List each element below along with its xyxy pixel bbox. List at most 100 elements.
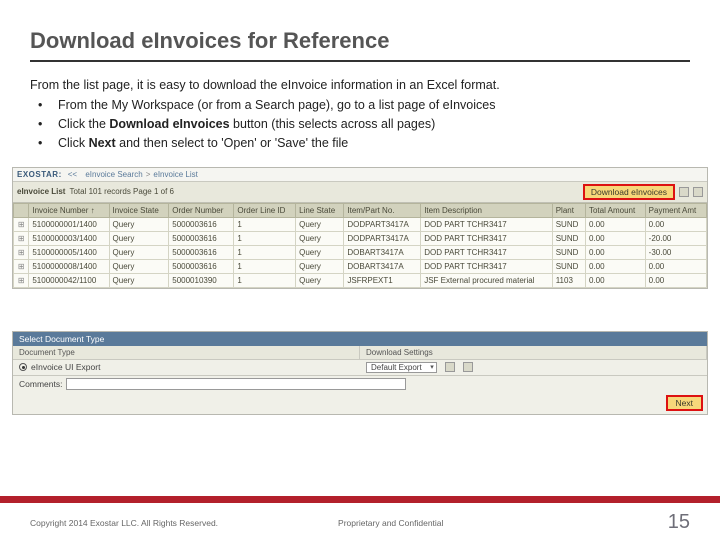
table-cell: 1 <box>234 217 296 231</box>
table-header[interactable]: Item/Part No. <box>344 203 421 217</box>
confidential-text: Proprietary and Confidential <box>338 518 443 528</box>
table-header[interactable]: Line State <box>296 203 344 217</box>
breadcrumb-search[interactable]: eInvoice Search <box>85 170 142 179</box>
table-cell: ⊞ <box>14 259 29 273</box>
table-cell: 0.00 <box>585 259 645 273</box>
table-cell: 5100000001/1400 <box>29 217 109 231</box>
bullet-2: Click the Download eInvoices button (thi… <box>58 115 690 133</box>
table-row[interactable]: ⊞5100000001/1400Query50000036161QueryDOD… <box>14 217 707 231</box>
doc-type-radio[interactable] <box>19 363 27 371</box>
table-cell: 5000003616 <box>169 231 234 245</box>
table-cell: DOD PART TCHR3417 <box>421 231 553 245</box>
table-row[interactable]: ⊞5100000005/1400Query50000036161QueryDOB… <box>14 245 707 259</box>
copyright-text: Copyright 2014 Exostar LLC. All Rights R… <box>30 518 218 528</box>
exostar-logo: EXOSTAR: <box>17 170 62 179</box>
table-header[interactable]: Invoice Number ↑ <box>29 203 109 217</box>
table-cell: 0.00 <box>645 273 706 287</box>
table-cell: Query <box>296 245 344 259</box>
table-header[interactable]: Payment Amt <box>645 203 706 217</box>
table-cell: 0.00 <box>585 231 645 245</box>
next-button[interactable]: Next <box>666 395 703 411</box>
table-cell: Query <box>109 273 169 287</box>
comments-label: Comments: <box>19 379 62 389</box>
table-cell: 5100000008/1400 <box>29 259 109 273</box>
list-record-info: Total 101 records Page 1 of 6 <box>69 187 174 196</box>
table-cell: Query <box>296 259 344 273</box>
page-title: Download eInvoices for Reference <box>30 28 690 62</box>
breadcrumb-back[interactable]: << <box>68 170 77 179</box>
table-cell: DOD PART TCHR3417 <box>421 259 553 273</box>
table-header[interactable]: Total Amount <box>585 203 645 217</box>
table-cell: SUND <box>552 217 585 231</box>
table-cell: DODPART3417A <box>344 231 421 245</box>
export-icon[interactable] <box>679 187 689 197</box>
table-header[interactable]: Order Number <box>169 203 234 217</box>
print-icon[interactable] <box>693 187 703 197</box>
table-cell: SUND <box>552 259 585 273</box>
table-cell: -30.00 <box>645 245 706 259</box>
comments-input[interactable] <box>66 378 406 390</box>
table-cell: 5100000003/1400 <box>29 231 109 245</box>
table-cell: 5100000005/1400 <box>29 245 109 259</box>
table-cell: 1 <box>234 259 296 273</box>
table-cell: JSF External procured material <box>421 273 553 287</box>
table-cell: 5000003616 <box>169 217 234 231</box>
table-cell: Query <box>109 259 169 273</box>
table-cell: DOBART3417A <box>344 259 421 273</box>
download-settings-select[interactable]: Default Export <box>366 362 437 373</box>
breadcrumb-sep: > <box>146 170 151 179</box>
einvoice-list-screenshot: EXOSTAR: << eInvoice Search > eInvoice L… <box>12 167 708 289</box>
table-cell: Query <box>109 245 169 259</box>
doc-type-label: eInvoice UI Export <box>31 362 100 372</box>
bullet-3: Click Next and then select to 'Open' or … <box>58 134 690 152</box>
col-download-settings: Download Settings <box>360 346 707 359</box>
table-cell: 1 <box>234 231 296 245</box>
table-header[interactable]: Item Description <box>421 203 553 217</box>
settings-star-icon[interactable] <box>445 362 455 372</box>
table-cell: DOD PART TCHR3417 <box>421 245 553 259</box>
table-header[interactable]: Plant <box>552 203 585 217</box>
footer-accent-bar <box>0 496 720 503</box>
table-cell: 0.00 <box>585 217 645 231</box>
table-cell: 1 <box>234 245 296 259</box>
bullet-1: From the My Workspace (or from a Search … <box>58 96 690 114</box>
breadcrumb-list: eInvoice List <box>153 170 197 179</box>
table-cell: Query <box>109 231 169 245</box>
table-header[interactable]: Order Line ID <box>234 203 296 217</box>
table-cell: ⊞ <box>14 217 29 231</box>
table-cell: Query <box>296 217 344 231</box>
page-number: 15 <box>668 511 690 534</box>
table-cell: JSFRPEXT1 <box>344 273 421 287</box>
table-header[interactable]: Invoice State <box>109 203 169 217</box>
table-cell: 5000003616 <box>169 259 234 273</box>
table-row[interactable]: ⊞5100000003/1400Query50000036161QueryDOD… <box>14 231 707 245</box>
select-document-type-screenshot: Select Document Type Document Type Downl… <box>12 331 708 415</box>
table-cell: 0.00 <box>645 217 706 231</box>
table-cell: Query <box>296 231 344 245</box>
body-text: From the list page, it is easy to downlo… <box>30 76 690 153</box>
table-cell: 5000003616 <box>169 245 234 259</box>
settings-save-icon[interactable] <box>463 362 473 372</box>
table-cell: 1103 <box>552 273 585 287</box>
einvoice-table: Invoice Number ↑Invoice StateOrder Numbe… <box>13 203 707 288</box>
table-cell: 0.00 <box>585 245 645 259</box>
table-header[interactable] <box>14 203 29 217</box>
table-cell: Query <box>296 273 344 287</box>
table-cell: SUND <box>552 245 585 259</box>
table-cell: 0.00 <box>645 259 706 273</box>
slide-footer: Copyright 2014 Exostar LLC. All Rights R… <box>0 496 720 540</box>
table-cell: DOD PART TCHR3417 <box>421 217 553 231</box>
col-document-type: Document Type <box>13 346 360 359</box>
table-cell: ⊞ <box>14 245 29 259</box>
table-row[interactable]: ⊞5100000008/1400Query50000036161QueryDOB… <box>14 259 707 273</box>
dialog-header: Select Document Type <box>13 332 707 346</box>
table-cell: -20.00 <box>645 231 706 245</box>
table-cell: Query <box>109 217 169 231</box>
table-cell: 1 <box>234 273 296 287</box>
download-einvoices-button[interactable]: Download eInvoices <box>583 184 675 200</box>
table-cell: DOBART3417A <box>344 245 421 259</box>
table-cell: 5000010390 <box>169 273 234 287</box>
table-row[interactable]: ⊞5100000042/1100Query50000103901QueryJSF… <box>14 273 707 287</box>
table-cell: ⊞ <box>14 231 29 245</box>
intro-text: From the list page, it is easy to downlo… <box>30 76 690 94</box>
